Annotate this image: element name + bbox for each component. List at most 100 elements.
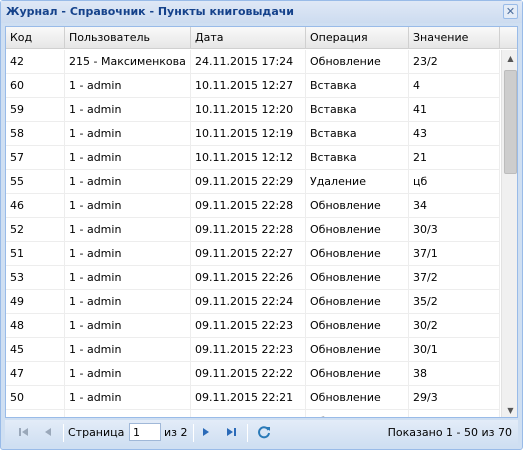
cell-code: 53 (6, 266, 65, 290)
table-row[interactable]: 60 1 - admin 10.11.2015 12:27 Вставка 4 (6, 74, 500, 98)
window-title: Журнал - Справочник - Пункты книговыдачи (6, 5, 294, 18)
cell-code: 48 (6, 314, 65, 338)
table-row[interactable]: 51 1 - admin 09.11.2015 22:27 Обновление 37/… (6, 242, 500, 266)
cell-value: 43 (409, 122, 500, 146)
column-header-date[interactable]: Дата (191, 27, 306, 49)
table-row[interactable]: 52 1 - admin 09.11.2015 22:28 Обновление 30/… (6, 218, 500, 242)
cell-user: 1 - admin (65, 242, 191, 266)
table-row[interactable]: 47 1 - admin 09.11.2015 22:22 Обновление 38 (6, 362, 500, 386)
cell-user: 1 - admin (65, 362, 191, 386)
table-row[interactable]: 42 215 - Максименкова 24.11.2015 17:24 Обно… (6, 50, 500, 74)
cell-date: 09.11.2015 22:21 (191, 386, 306, 410)
cell-code: 55 (6, 170, 65, 194)
table-row[interactable]: 59 1 - admin 10.11.2015 12:20 Вставка 41 (6, 98, 500, 122)
cell-operation: Обновление (306, 338, 409, 362)
cell-code: 58 (6, 122, 65, 146)
grid-body: 42 215 - Максименкова 24.11.2015 17:24 Обно… (6, 50, 500, 417)
table-row[interactable]: 58 1 - admin 10.11.2015 12:19 Вставка 43 (6, 122, 500, 146)
page-number-input[interactable] (129, 423, 161, 441)
table-row[interactable]: 45 1 - admin 09.11.2015 22:23 Обновление 30/… (6, 338, 500, 362)
cell-value: 35/2 (409, 290, 500, 314)
cell-operation: Обновление (306, 386, 409, 410)
window-titlebar[interactable]: Журнал - Справочник - Пункты книговыдачи… (1, 1, 522, 23)
cell-value: 21 (409, 146, 500, 170)
table-row[interactable]: 53 1 - admin 09.11.2015 22:26 Обновление 37/… (6, 266, 500, 290)
cell-date: 09.11.2015 22:27 (191, 242, 306, 266)
cell-code: 42 (6, 50, 65, 74)
cell-value: 30/2 (409, 314, 500, 338)
cell-date: 10.11.2015 12:20 (191, 98, 306, 122)
paging-summary: Показано 1 - 50 из 70 (387, 426, 512, 439)
page-total: из 2 (164, 426, 188, 439)
cell-date: 10.11.2015 12:12 (191, 146, 306, 170)
scroll-up-icon[interactable]: ▲ (502, 50, 517, 67)
cell-date: 09.11.2015 22:26 (191, 266, 306, 290)
cell-user: 1 - admin (65, 194, 191, 218)
cell-user: 1 - admin (65, 266, 191, 290)
prev-page-icon[interactable] (40, 424, 56, 440)
cell-user: 1 - admin (65, 74, 191, 98)
cell-code: 46 (6, 194, 65, 218)
cell-date: 24.11.2015 17:24 (191, 50, 306, 74)
cell-user: 1 - admin (65, 98, 191, 122)
cell-user: 1 - admin (65, 338, 191, 362)
cell-date: 09.11.2015 22:23 (191, 314, 306, 338)
grid-header: Код Пользователь Дата Операция Значение (6, 27, 500, 49)
vertical-scrollbar[interactable]: ▲ ▼ (501, 50, 517, 417)
cell-operation: Обновление (306, 194, 409, 218)
table-row[interactable]: 48 1 - admin 09.11.2015 22:23 Обновление 30/… (6, 314, 500, 338)
toolbar-separator (63, 424, 64, 442)
cell-user: 1 - admin (65, 170, 191, 194)
cell-operation: Обновление (306, 218, 409, 242)
cell-value: 41 (409, 98, 500, 122)
cell-code: 45 (6, 338, 65, 362)
cell-code: 57 (6, 146, 65, 170)
scroll-thumb[interactable] (504, 70, 517, 174)
table-row[interactable]: 441 - admin09.11.2015 22:20Обновление36/… (6, 410, 500, 417)
cell-value: 37/2 (409, 266, 500, 290)
table-row[interactable]: 55 1 - admin 09.11.2015 22:29 Удаление цб (6, 170, 500, 194)
cell-user: 1 - admin (65, 122, 191, 146)
table-row[interactable]: 57 1 - admin 10.11.2015 12:12 Вставка 21 (6, 146, 500, 170)
cell-value: 36/3 (409, 410, 500, 417)
table-row[interactable]: 49 1 - admin 09.11.2015 22:24 Обновление 35/… (6, 290, 500, 314)
toolbar-separator (193, 424, 194, 442)
cell-code: 59 (6, 98, 65, 122)
cell-value: 34 (409, 194, 500, 218)
column-header-code[interactable]: Код (6, 27, 65, 49)
next-page-icon[interactable] (198, 424, 214, 440)
toolbar-separator (247, 424, 248, 442)
last-page-icon[interactable] (223, 424, 239, 440)
cell-operation: Обновление (306, 50, 409, 74)
cell-code: 51 (6, 242, 65, 266)
cell-operation: Вставка (306, 122, 409, 146)
cell-code: 52 (6, 218, 65, 242)
cell-operation: Обновление (306, 314, 409, 338)
cell-operation: Удаление (306, 170, 409, 194)
cell-date: 10.11.2015 12:27 (191, 74, 306, 98)
cell-date: 09.11.2015 22:28 (191, 218, 306, 242)
first-page-icon[interactable] (16, 424, 32, 440)
cell-operation: Обновление (306, 362, 409, 386)
cell-date: 09.11.2015 22:24 (191, 290, 306, 314)
journal-window: Журнал - Справочник - Пункты книговыдачи… (0, 0, 523, 450)
table-row[interactable]: 50 1 - admin 09.11.2015 22:21 Обновление 29/… (6, 386, 500, 410)
cell-date: 09.11.2015 22:22 (191, 362, 306, 386)
refresh-icon[interactable] (256, 424, 272, 440)
column-header-value[interactable]: Значение (409, 27, 500, 49)
column-header-operation[interactable]: Операция (306, 27, 409, 49)
close-icon[interactable]: ✕ (503, 4, 518, 19)
cell-operation: Обновление (306, 242, 409, 266)
page-label: Страница (68, 426, 125, 439)
scroll-down-icon[interactable]: ▼ (502, 402, 517, 417)
cell-value: 4 (409, 74, 500, 98)
cell-value: 30/1 (409, 338, 500, 362)
table-row[interactable]: 46 1 - admin 09.11.2015 22:28 Обновление 34 (6, 194, 500, 218)
cell-value: цб (409, 170, 500, 194)
cell-code: 50 (6, 386, 65, 410)
column-header-user[interactable]: Пользователь (65, 27, 191, 49)
cell-code: 44 (6, 410, 65, 417)
cell-date: 10.11.2015 12:19 (191, 122, 306, 146)
cell-date: 09.11.2015 22:29 (191, 170, 306, 194)
cell-date: 09.11.2015 22:23 (191, 338, 306, 362)
